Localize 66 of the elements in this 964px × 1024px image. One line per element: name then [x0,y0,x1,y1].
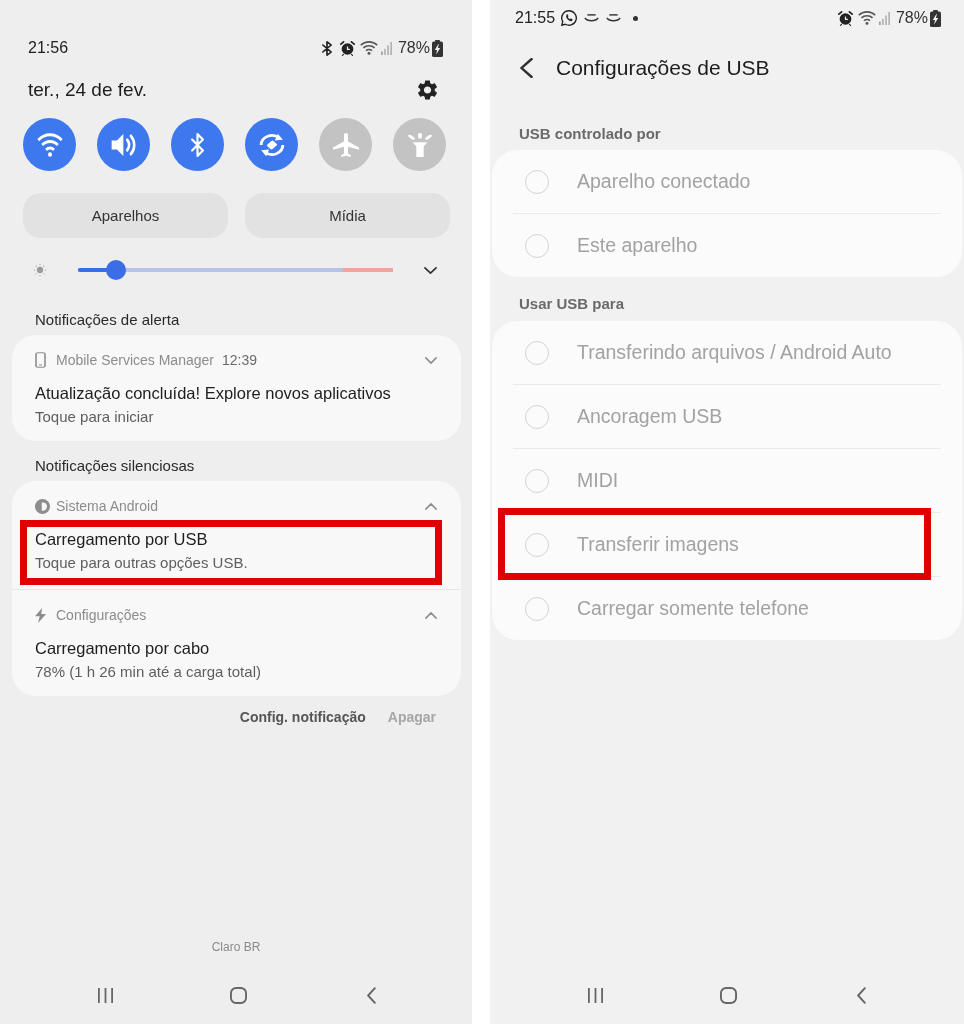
wifi-toggle[interactable] [23,118,76,171]
recent-apps-icon[interactable] [98,987,113,1003]
speaker-icon [110,132,137,157]
bluetooth-icon [191,132,204,157]
notification-text: 78% (1 h 26 min até a carga total) [35,662,261,682]
dot-icon [633,15,639,21]
chevron-up-icon[interactable] [425,611,437,619]
bluetooth-toggle[interactable] [171,118,224,171]
screen-title: Configurações de USB [556,56,770,80]
notification-time: 12:39 [221,352,257,368]
notification-title[interactable]: Carregamento por cabo [35,637,210,659]
notification-settings-link[interactable]: Config. notificação [239,709,366,725]
brightness-icon [34,264,46,276]
wifi-icon [857,11,876,25]
section-heading: Usar USB para [519,294,625,314]
status-time: 21:56 [28,39,69,57]
notification-text: Toque para outras opções USB. [35,553,248,573]
back-icon[interactable] [520,58,533,78]
notification-text: Toque para iniciar [35,407,154,427]
bluetooth-icon [321,40,332,56]
flashlight-toggle[interactable] [393,118,446,171]
home-icon[interactable] [230,986,247,1004]
chevron-up-icon[interactable] [425,502,437,510]
slider-thumb[interactable] [105,260,126,280]
wifi-icon [359,41,378,55]
app-icon [584,14,600,22]
section-title: Notificações de alerta [35,310,180,330]
app-name: Mobile Services Manager [56,352,214,368]
media-button[interactable]: Mídia [245,193,450,238]
back-icon[interactable] [857,986,866,1004]
sound-toggle[interactable] [97,118,150,171]
chat-bubble-icon [561,10,578,26]
signal-icon [878,11,890,25]
battery-percent: 78% [895,9,928,27]
app-name: Configurações [56,607,147,623]
home-icon[interactable] [720,986,737,1004]
rotate-icon [258,132,285,157]
phone-icon [35,352,46,368]
notification-title[interactable]: Carregamento por USB [35,528,208,550]
alarm-icon [339,40,355,56]
battery-percent: 78% [397,39,430,57]
expand-icon[interactable] [424,266,437,274]
app-name: Sistema Android [56,498,158,514]
section-title: Notificações silenciosas [35,456,195,476]
battery-icon [432,39,443,57]
app-icon [606,14,622,22]
chevron-down-icon[interactable] [425,356,437,364]
status-time: 21:55 [515,9,556,27]
wifi-icon [36,132,63,157]
lightning-icon [35,607,46,623]
date-text: ter., 24 de fev. [28,79,147,101]
recent-apps-icon[interactable] [588,987,603,1003]
battery-icon [930,9,941,27]
settings-icon[interactable] [418,80,437,100]
notification-title[interactable]: Atualização concluída! Explore novos aplicativos [35,382,391,404]
system-icon [35,498,50,514]
back-icon[interactable] [367,986,376,1004]
airplane-mode-toggle[interactable] [319,118,372,171]
airplane-icon [332,132,359,157]
carrier-name: Claro BR [211,939,261,955]
signal-icon [380,41,392,55]
devices-button[interactable]: Aparelhos [23,193,228,238]
flashlight-icon [406,132,433,157]
alarm-icon [837,10,853,26]
section-heading: USB controlado por [519,124,661,144]
auto-rotate-toggle[interactable] [245,118,298,171]
